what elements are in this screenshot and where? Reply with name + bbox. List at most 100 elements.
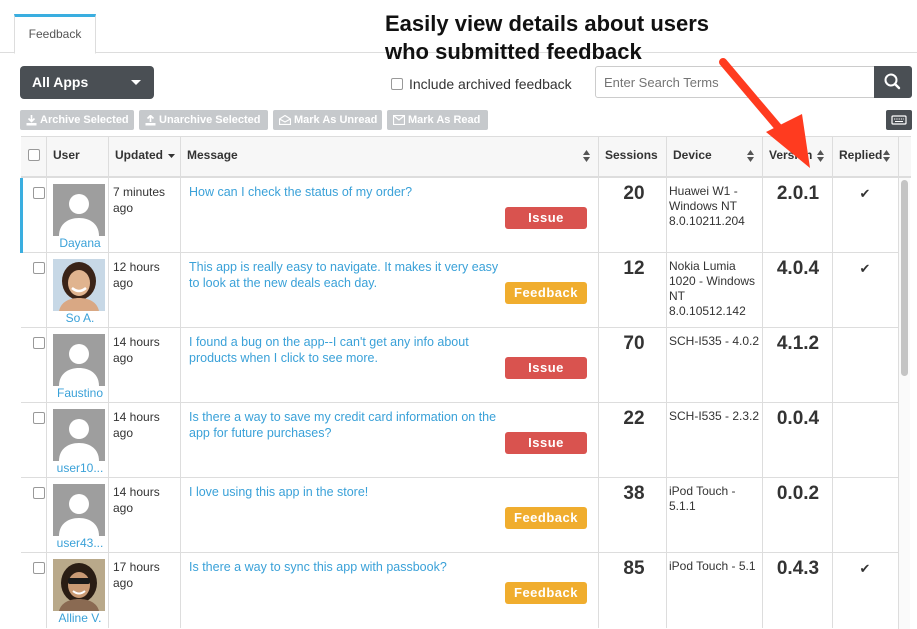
header-updated[interactable]: Updated — [109, 137, 181, 177]
keyboard-icon — [891, 115, 907, 125]
avatar[interactable] — [53, 559, 105, 611]
table-row[interactable]: Dayana 7 minutes ago How can I check the… — [20, 178, 899, 253]
upload-icon — [145, 114, 156, 125]
device-name: iPod Touch - 5.1 — [669, 559, 756, 573]
avatar[interactable] — [53, 259, 105, 311]
default-avatar-icon — [59, 494, 99, 536]
message-link[interactable]: I love using this app in the store! — [189, 484, 507, 500]
callout-line-2: who submitted feedback — [385, 39, 642, 64]
sessions-count: 20 — [623, 183, 645, 204]
row-checkbox[interactable] — [33, 412, 45, 424]
app-version: 2.0.1 — [776, 183, 820, 204]
mark-read-button[interactable]: Mark As Read — [387, 110, 488, 130]
type-badge: Issue — [505, 432, 587, 454]
unarchive-selected-label: Unarchive Selected — [159, 114, 261, 126]
app-version: 0.4.3 — [776, 558, 820, 579]
type-badge: Issue — [505, 207, 587, 229]
keyboard-shortcuts-button[interactable] — [886, 110, 912, 130]
sessions-count: 22 — [623, 408, 645, 429]
row-checkbox[interactable] — [33, 562, 45, 574]
sessions-count: 70 — [623, 333, 645, 354]
include-archived-toggle[interactable]: Include archived feedback — [391, 76, 572, 92]
updated-time: 14 hours ago — [113, 335, 160, 365]
app-version: 0.0.2 — [776, 483, 820, 504]
device-name: SCH-I535 - 4.0.2 — [669, 334, 760, 348]
callout-line-1: Easily view details about users — [385, 11, 710, 36]
message-link[interactable]: Is there a way to save my credit card in… — [189, 409, 507, 441]
mark-unread-button[interactable]: Mark As Unread — [273, 110, 382, 130]
message-link[interactable]: Is there a way to sync this app with pas… — [189, 559, 507, 575]
user-name-link[interactable]: Dayana — [51, 236, 109, 250]
user-photo-icon — [53, 559, 105, 611]
archive-selected-button[interactable]: Archive Selected — [20, 110, 134, 130]
unarchive-selected-button[interactable]: Unarchive Selected — [139, 110, 268, 130]
apps-dropdown[interactable]: All Apps — [20, 66, 154, 99]
table-row[interactable]: user10... 14 hours ago Is there a way to… — [21, 403, 899, 478]
avatar[interactable] — [53, 184, 105, 236]
row-checkbox[interactable] — [33, 337, 45, 349]
header-version[interactable]: Version — [763, 137, 833, 177]
table-row[interactable]: Alline V. 17 hours ago Is there a way to… — [21, 553, 899, 628]
header-user: User — [47, 137, 109, 177]
type-badge: Feedback — [505, 282, 587, 304]
type-badge: Feedback — [505, 582, 587, 604]
envelope-open-icon — [279, 115, 291, 125]
app-version: 0.0.4 — [776, 408, 820, 429]
type-badge: Feedback — [505, 507, 587, 529]
updated-time: 14 hours ago — [113, 410, 160, 440]
device-name: Nokia Lumia 1020 - Windows NT 8.0.10512.… — [669, 259, 756, 318]
header-sessions[interactable]: Sessions — [599, 137, 667, 177]
callout-text: Easily view details about users who subm… — [385, 10, 765, 66]
sort-icon — [747, 150, 754, 162]
table-row[interactable]: So A. 12 hours ago This app is really ea… — [21, 253, 899, 328]
user-name-link[interactable]: So A. — [51, 311, 109, 325]
updated-time: 12 hours ago — [113, 260, 160, 290]
archive-selected-label: Archive Selected — [40, 114, 129, 126]
default-avatar-icon — [59, 419, 99, 461]
header-select-all-cell — [21, 137, 47, 177]
sessions-count: 85 — [623, 558, 645, 579]
sort-icon — [583, 150, 590, 162]
table-row[interactable]: Faustino 14 hours ago I found a bug on t… — [21, 328, 899, 403]
header-device-label: Device — [673, 148, 712, 162]
tab-feedback[interactable]: Feedback — [14, 14, 96, 54]
header-message-label: Message — [187, 148, 238, 162]
select-all-checkbox[interactable] — [28, 149, 40, 161]
sessions-count: 12 — [623, 258, 645, 279]
search-icon — [884, 73, 901, 90]
replied-check-icon: ✔ — [859, 186, 871, 201]
user-name-link[interactable]: Alline V. — [51, 611, 109, 625]
header-replied[interactable]: Replied — [833, 137, 899, 177]
sort-desc-icon — [168, 153, 176, 158]
message-link[interactable]: This app is really easy to navigate. It … — [189, 259, 507, 291]
user-photo-icon — [53, 259, 105, 311]
row-checkbox[interactable] — [33, 487, 45, 499]
search-button[interactable] — [874, 66, 912, 98]
table-row[interactable]: user43... 14 hours ago I love using this… — [21, 478, 899, 553]
avatar[interactable] — [53, 484, 105, 536]
user-name-link[interactable]: Faustino — [51, 386, 109, 400]
search-input[interactable] — [595, 66, 875, 98]
avatar[interactable] — [53, 334, 105, 386]
message-link[interactable]: I found a bug on the app--I can't get an… — [189, 334, 507, 366]
sort-icon — [817, 150, 824, 162]
header-message[interactable]: Message — [181, 137, 599, 177]
replied-check-icon: ✔ — [859, 261, 871, 276]
message-link[interactable]: How can I check the status of my order? — [189, 184, 507, 200]
header-device[interactable]: Device — [667, 137, 763, 177]
updated-time: 14 hours ago — [113, 485, 160, 515]
app-version: 4.0.4 — [776, 258, 820, 279]
row-checkbox[interactable] — [33, 187, 45, 199]
default-avatar-icon — [59, 194, 99, 236]
app-version: 4.1.2 — [776, 333, 820, 354]
avatar[interactable] — [53, 409, 105, 461]
row-checkbox[interactable] — [33, 262, 45, 274]
header-updated-label: Updated — [115, 148, 163, 162]
mark-read-label: Mark As Read — [408, 114, 481, 126]
table-scrollbar-thumb[interactable] — [901, 180, 908, 376]
device-name: Huawei W1 - Windows NT 8.0.10211.204 — [669, 184, 745, 228]
include-archived-checkbox[interactable] — [391, 78, 403, 90]
download-icon — [26, 114, 37, 125]
user-name-link[interactable]: user43... — [51, 536, 109, 550]
user-name-link[interactable]: user10... — [51, 461, 109, 475]
